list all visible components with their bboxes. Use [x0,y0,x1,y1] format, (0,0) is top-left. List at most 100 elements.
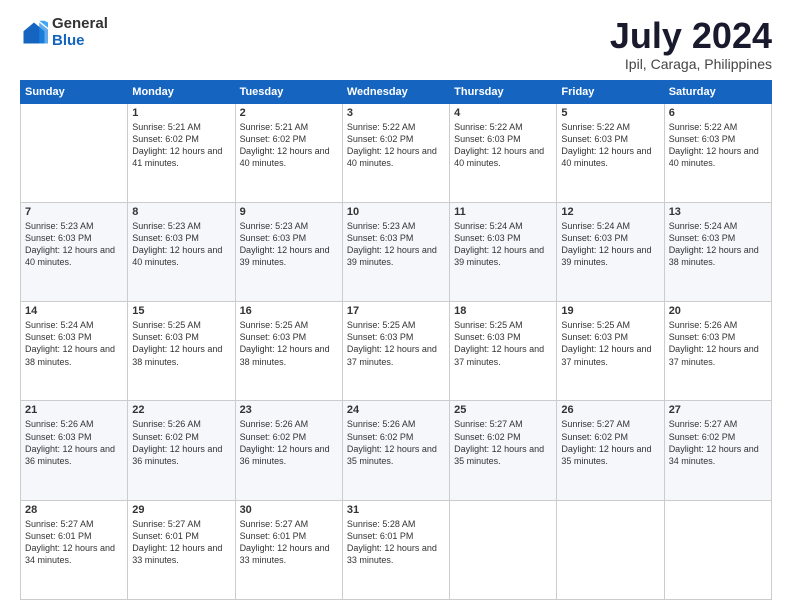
day-number: 3 [347,107,445,119]
title-block: July 2024 Ipil, Caraga, Philippines [610,16,772,72]
table-row [450,500,557,599]
cell-info: Sunrise: 5:26 AM Sunset: 6:03 PM Dayligh… [669,319,767,368]
cell-info: Sunrise: 5:27 AM Sunset: 6:02 PM Dayligh… [454,418,552,467]
table-row: 6 Sunrise: 5:22 AM Sunset: 6:03 PM Dayli… [664,103,771,202]
day-number: 26 [561,404,659,416]
day-number: 29 [132,504,230,516]
cell-info: Sunrise: 5:27 AM Sunset: 6:02 PM Dayligh… [561,418,659,467]
col-header-wednesday: Wednesday [342,80,449,103]
table-row: 8 Sunrise: 5:23 AM Sunset: 6:03 PM Dayli… [128,202,235,301]
day-number: 18 [454,305,552,317]
table-row: 18 Sunrise: 5:25 AM Sunset: 6:03 PM Dayl… [450,302,557,401]
day-number: 25 [454,404,552,416]
cell-info: Sunrise: 5:27 AM Sunset: 6:01 PM Dayligh… [240,518,338,567]
day-number: 31 [347,504,445,516]
calendar-header-row: Sunday Monday Tuesday Wednesday Thursday… [21,80,772,103]
day-number: 8 [132,206,230,218]
day-number: 4 [454,107,552,119]
table-row: 28 Sunrise: 5:27 AM Sunset: 6:01 PM Dayl… [21,500,128,599]
cell-info: Sunrise: 5:26 AM Sunset: 6:02 PM Dayligh… [132,418,230,467]
table-row: 25 Sunrise: 5:27 AM Sunset: 6:02 PM Dayl… [450,401,557,500]
cell-info: Sunrise: 5:24 AM Sunset: 6:03 PM Dayligh… [454,220,552,269]
logo: General Blue [20,16,108,49]
cell-info: Sunrise: 5:27 AM Sunset: 6:02 PM Dayligh… [669,418,767,467]
day-number: 19 [561,305,659,317]
table-row: 30 Sunrise: 5:27 AM Sunset: 6:01 PM Dayl… [235,500,342,599]
day-number: 20 [669,305,767,317]
cell-info: Sunrise: 5:26 AM Sunset: 6:02 PM Dayligh… [240,418,338,467]
cell-info: Sunrise: 5:28 AM Sunset: 6:01 PM Dayligh… [347,518,445,567]
day-number: 21 [25,404,123,416]
day-number: 6 [669,107,767,119]
cell-info: Sunrise: 5:22 AM Sunset: 6:03 PM Dayligh… [454,121,552,170]
day-number: 2 [240,107,338,119]
cell-info: Sunrise: 5:27 AM Sunset: 6:01 PM Dayligh… [25,518,123,567]
cell-info: Sunrise: 5:21 AM Sunset: 6:02 PM Dayligh… [132,121,230,170]
logo-general-text: General [52,16,108,33]
table-row: 21 Sunrise: 5:26 AM Sunset: 6:03 PM Dayl… [21,401,128,500]
logo-blue-text: Blue [52,33,108,50]
table-row: 11 Sunrise: 5:24 AM Sunset: 6:03 PM Dayl… [450,202,557,301]
col-header-saturday: Saturday [664,80,771,103]
day-number: 11 [454,206,552,218]
table-row: 22 Sunrise: 5:26 AM Sunset: 6:02 PM Dayl… [128,401,235,500]
table-row: 16 Sunrise: 5:25 AM Sunset: 6:03 PM Dayl… [235,302,342,401]
cell-info: Sunrise: 5:22 AM Sunset: 6:02 PM Dayligh… [347,121,445,170]
calendar-table: Sunday Monday Tuesday Wednesday Thursday… [20,80,772,600]
table-row: 29 Sunrise: 5:27 AM Sunset: 6:01 PM Dayl… [128,500,235,599]
table-row [557,500,664,599]
table-row: 7 Sunrise: 5:23 AM Sunset: 6:03 PM Dayli… [21,202,128,301]
table-row: 13 Sunrise: 5:24 AM Sunset: 6:03 PM Dayl… [664,202,771,301]
day-number: 15 [132,305,230,317]
day-number: 9 [240,206,338,218]
cell-info: Sunrise: 5:22 AM Sunset: 6:03 PM Dayligh… [669,121,767,170]
table-row: 1 Sunrise: 5:21 AM Sunset: 6:02 PM Dayli… [128,103,235,202]
cell-info: Sunrise: 5:27 AM Sunset: 6:01 PM Dayligh… [132,518,230,567]
table-row: 27 Sunrise: 5:27 AM Sunset: 6:02 PM Dayl… [664,401,771,500]
logo-icon [20,19,48,47]
cell-info: Sunrise: 5:22 AM Sunset: 6:03 PM Dayligh… [561,121,659,170]
cell-info: Sunrise: 5:24 AM Sunset: 6:03 PM Dayligh… [669,220,767,269]
cell-info: Sunrise: 5:26 AM Sunset: 6:02 PM Dayligh… [347,418,445,467]
cell-info: Sunrise: 5:26 AM Sunset: 6:03 PM Dayligh… [25,418,123,467]
table-row: 12 Sunrise: 5:24 AM Sunset: 6:03 PM Dayl… [557,202,664,301]
day-number: 23 [240,404,338,416]
day-number: 5 [561,107,659,119]
day-number: 30 [240,504,338,516]
day-number: 27 [669,404,767,416]
table-row: 10 Sunrise: 5:23 AM Sunset: 6:03 PM Dayl… [342,202,449,301]
cell-info: Sunrise: 5:21 AM Sunset: 6:02 PM Dayligh… [240,121,338,170]
cell-info: Sunrise: 5:23 AM Sunset: 6:03 PM Dayligh… [240,220,338,269]
table-row: 5 Sunrise: 5:22 AM Sunset: 6:03 PM Dayli… [557,103,664,202]
table-row: 26 Sunrise: 5:27 AM Sunset: 6:02 PM Dayl… [557,401,664,500]
cell-info: Sunrise: 5:23 AM Sunset: 6:03 PM Dayligh… [347,220,445,269]
day-number: 7 [25,206,123,218]
table-row: 14 Sunrise: 5:24 AM Sunset: 6:03 PM Dayl… [21,302,128,401]
col-header-thursday: Thursday [450,80,557,103]
table-row: 24 Sunrise: 5:26 AM Sunset: 6:02 PM Dayl… [342,401,449,500]
table-row: 20 Sunrise: 5:26 AM Sunset: 6:03 PM Dayl… [664,302,771,401]
table-row: 31 Sunrise: 5:28 AM Sunset: 6:01 PM Dayl… [342,500,449,599]
table-row: 4 Sunrise: 5:22 AM Sunset: 6:03 PM Dayli… [450,103,557,202]
cell-info: Sunrise: 5:24 AM Sunset: 6:03 PM Dayligh… [561,220,659,269]
day-number: 12 [561,206,659,218]
cell-info: Sunrise: 5:25 AM Sunset: 6:03 PM Dayligh… [240,319,338,368]
day-number: 28 [25,504,123,516]
day-number: 14 [25,305,123,317]
cell-info: Sunrise: 5:25 AM Sunset: 6:03 PM Dayligh… [347,319,445,368]
table-row: 9 Sunrise: 5:23 AM Sunset: 6:03 PM Dayli… [235,202,342,301]
table-row: 23 Sunrise: 5:26 AM Sunset: 6:02 PM Dayl… [235,401,342,500]
cell-info: Sunrise: 5:25 AM Sunset: 6:03 PM Dayligh… [132,319,230,368]
col-header-sunday: Sunday [21,80,128,103]
cell-info: Sunrise: 5:25 AM Sunset: 6:03 PM Dayligh… [561,319,659,368]
cell-info: Sunrise: 5:24 AM Sunset: 6:03 PM Dayligh… [25,319,123,368]
table-row: 15 Sunrise: 5:25 AM Sunset: 6:03 PM Dayl… [128,302,235,401]
table-row: 17 Sunrise: 5:25 AM Sunset: 6:03 PM Dayl… [342,302,449,401]
table-row: 3 Sunrise: 5:22 AM Sunset: 6:02 PM Dayli… [342,103,449,202]
cell-info: Sunrise: 5:25 AM Sunset: 6:03 PM Dayligh… [454,319,552,368]
table-row [21,103,128,202]
table-row: 19 Sunrise: 5:25 AM Sunset: 6:03 PM Dayl… [557,302,664,401]
table-row [664,500,771,599]
day-number: 24 [347,404,445,416]
day-number: 22 [132,404,230,416]
